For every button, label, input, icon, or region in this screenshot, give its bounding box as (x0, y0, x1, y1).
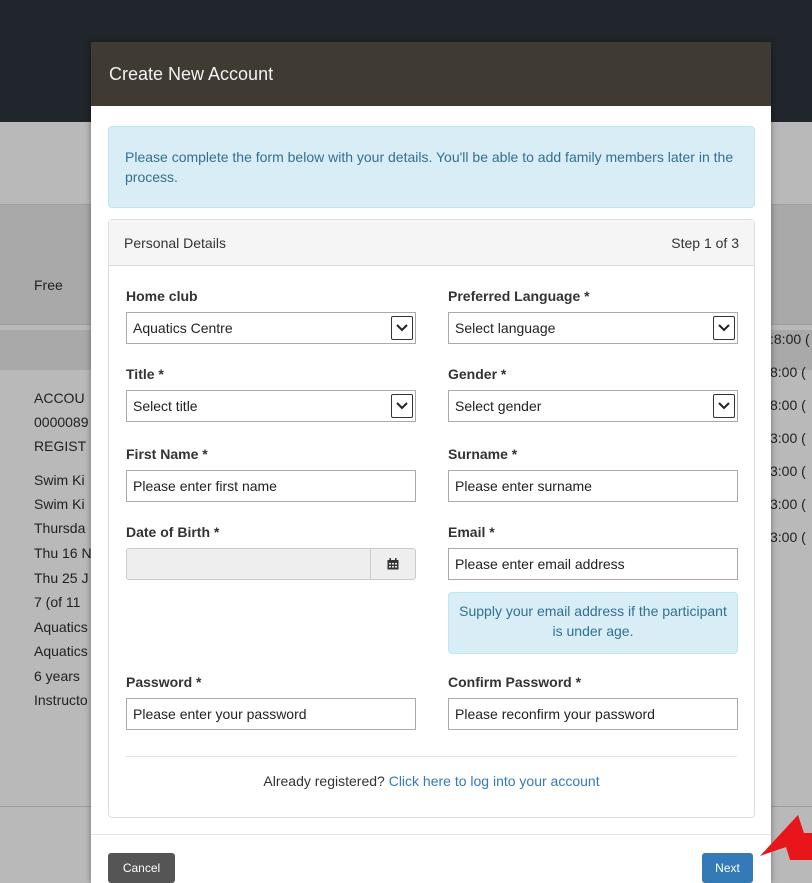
background-time: :8:00 ( (770, 331, 810, 347)
panel-heading: Personal Details Step 1 of 3 (109, 220, 754, 266)
chevron-down-icon (713, 394, 735, 418)
password-label: Password * (126, 674, 202, 690)
background-text: Aquatics (34, 643, 88, 659)
gender-label: Gender * (448, 366, 507, 382)
first-name-label: First Name * (126, 446, 208, 462)
background-text: REGIST (34, 438, 87, 454)
panel-title: Personal Details (124, 234, 226, 251)
background-col-free: Free (34, 277, 63, 293)
calendar-button[interactable] (370, 548, 416, 580)
info-alert: Please complete the form below with your… (108, 126, 755, 208)
step-indicator: Step 1 of 3 (671, 234, 739, 251)
background-time: 3:00 ( (770, 496, 806, 512)
background-text: 6 years (34, 668, 80, 684)
language-label: Preferred Language * (448, 288, 590, 304)
background-text: Thu 25 J (34, 570, 89, 586)
language-select[interactable]: Select language (448, 312, 738, 344)
background-text: Thu 16 N (34, 545, 92, 561)
create-account-modal: Create New Account Please complete the f… (91, 42, 771, 883)
language-value: Select language (455, 320, 556, 336)
home-club-select[interactable]: Aquatics Centre (126, 312, 416, 344)
email-hint: Supply your email address if the partici… (448, 592, 738, 654)
login-link[interactable]: Click here to log into your account (389, 773, 600, 789)
background-time: 3:00 ( (770, 529, 806, 545)
background-time: 3:00 ( (770, 430, 806, 446)
gender-value: Select gender (455, 398, 542, 414)
already-registered-text: Already registered? (263, 773, 385, 789)
background-text: Thursda (34, 520, 86, 536)
confirm-password-label: Confirm Password * (448, 674, 582, 690)
home-club-value: Aquatics Centre (133, 320, 233, 336)
title-select[interactable]: Select title (126, 390, 416, 422)
background-text: Instructo (34, 692, 88, 708)
background-text: 0000089 (34, 414, 89, 430)
background-text: Swim Ki (34, 496, 85, 512)
chevron-down-icon (391, 394, 413, 418)
surname-input[interactable]: Please enter surname (448, 470, 738, 502)
login-row: Already registered? Click here to log in… (109, 773, 754, 789)
cancel-button[interactable]: Cancel (108, 853, 175, 883)
calendar-icon (387, 558, 399, 570)
background-time: 8:00 ( (770, 397, 806, 413)
home-club-label: Home club (126, 288, 198, 304)
title-label: Title * (126, 366, 164, 382)
background-time: 3:00 ( (770, 463, 806, 479)
gender-select[interactable]: Select gender (448, 390, 738, 422)
dob-label: Date of Birth * (126, 524, 220, 540)
title-value: Select title (133, 398, 198, 414)
password-input[interactable]: Please enter your password (126, 698, 416, 730)
chevron-down-icon (391, 316, 413, 340)
background-text: 7 (of 11 (34, 594, 81, 610)
modal-header: Create New Account (91, 42, 771, 106)
red-arrow-icon (760, 815, 812, 860)
chevron-down-icon (713, 316, 735, 340)
background-text: Aquatics (34, 619, 88, 635)
confirm-password-input[interactable]: Please reconfirm your password (448, 698, 738, 730)
email-input[interactable]: Please enter email address (448, 548, 738, 580)
next-button[interactable]: Next (702, 853, 753, 883)
first-name-input[interactable]: Please enter first name (126, 470, 416, 502)
dob-input[interactable] (126, 548, 371, 580)
personal-details-panel: Personal Details Step 1 of 3 Home club A… (108, 219, 755, 818)
background-text: ACCOU (34, 390, 85, 406)
modal-footer-divider (91, 834, 771, 835)
surname-label: Surname * (448, 446, 518, 462)
email-label: Email * (448, 524, 495, 540)
background-text: Swim Ki (34, 472, 85, 488)
modal-title: Create New Account (109, 63, 274, 84)
form-divider (126, 756, 737, 757)
background-time: 8:00 ( (770, 364, 806, 380)
